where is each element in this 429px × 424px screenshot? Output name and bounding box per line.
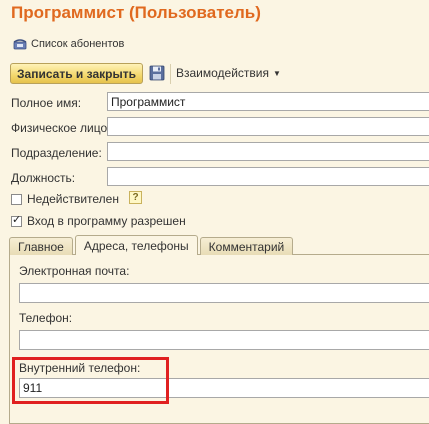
tab-addresses-phones[interactable]: Адреса, телефоны [74,235,198,255]
position-label: Должность: [11,171,76,185]
full-name-label: Полное имя: [11,96,82,110]
email-label: Электронная почта: [19,264,130,278]
department-label: Подразделение: [11,146,102,160]
internal-phone-field[interactable] [19,378,429,398]
phone-label: Телефон: [19,311,73,325]
inactive-label: Недействителен [27,192,119,206]
email-field[interactable] [19,283,429,303]
tab-main[interactable]: Главное [9,237,73,255]
tab-bar: Главное Адреса, телефоны Комментарий [9,235,295,255]
individual-label: Физическое лицо: [11,121,111,135]
interactions-label: Взаимодействия [176,66,269,80]
page-title: Программист (Пользователь) [11,3,261,22]
interactions-menu[interactable]: Взаимодействия ▼ [176,65,281,81]
internal-phone-label: Внутренний телефон: [19,361,141,375]
floppy-disk-icon[interactable] [149,65,165,81]
phone-field[interactable] [19,330,429,350]
full-name-field[interactable] [107,92,429,111]
tab-comment[interactable]: Комментарий [199,237,294,255]
save-and-close-button[interactable]: Записать и закрыть [10,63,143,84]
inactive-checkbox[interactable] [11,193,22,205]
help-icon[interactable]: ? [129,191,142,204]
login-allowed-checkbox[interactable] [11,213,22,227]
login-allowed-checkbox-row: Вход в программу разрешен [11,213,186,229]
department-field[interactable] [107,142,429,161]
inactive-checkbox-row: Недействителен [11,191,119,207]
individual-field[interactable] [107,117,429,136]
toolbar-separator [170,64,171,84]
phone-icon [13,38,27,50]
abonents-list-label: Список абонентов [31,38,125,50]
login-allowed-label: Вход в программу разрешен [27,214,186,228]
abonents-list-link[interactable]: Список абонентов [13,36,124,52]
position-field[interactable] [107,167,429,186]
caret-down-icon: ▼ [273,68,281,78]
